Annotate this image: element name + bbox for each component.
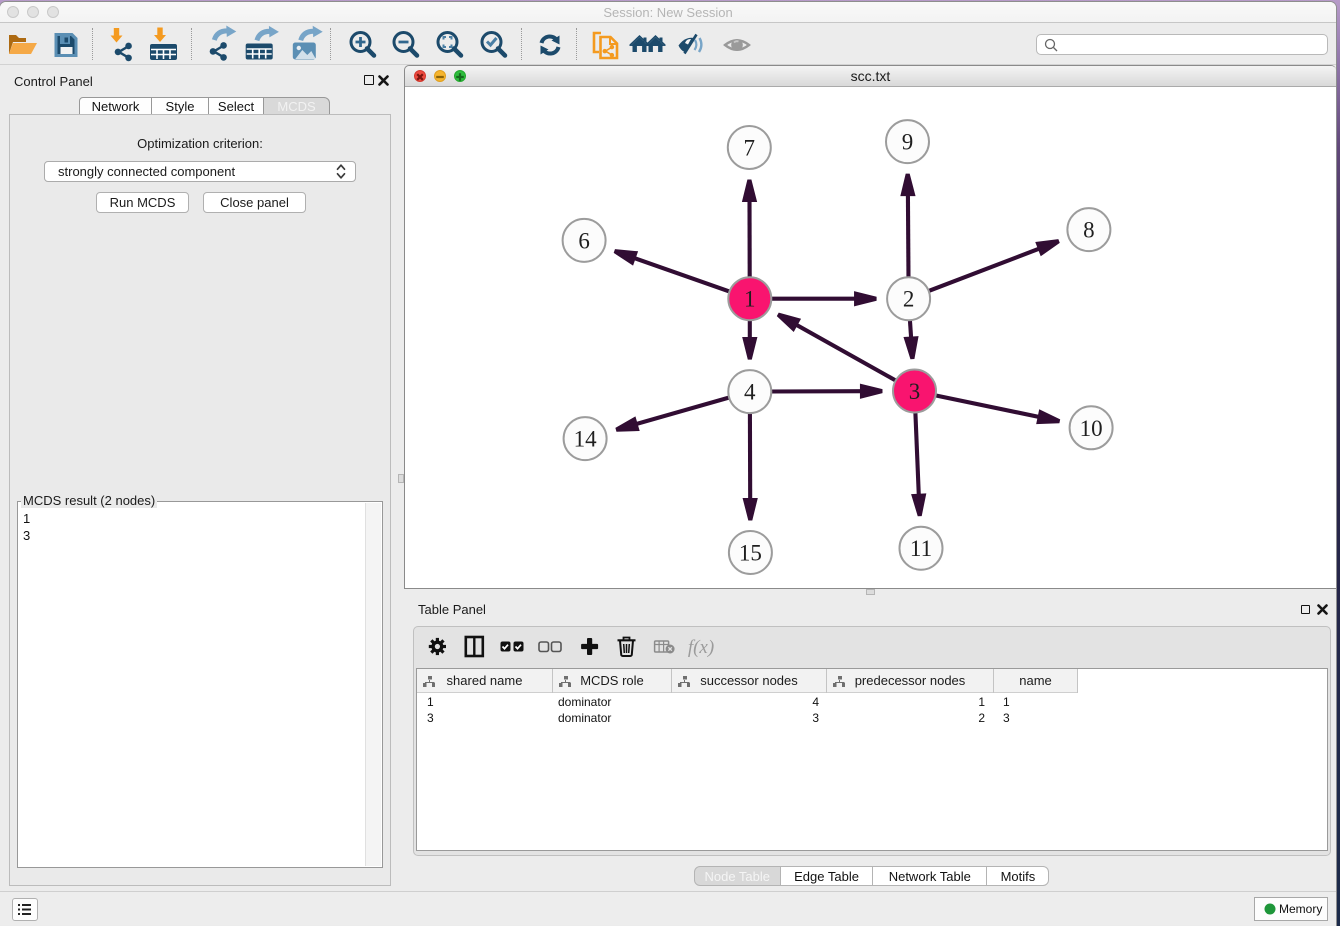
svg-text:2: 2 <box>903 287 915 312</box>
svg-text:7: 7 <box>744 136 756 161</box>
svg-text:6: 6 <box>578 228 590 253</box>
svg-text:8: 8 <box>1083 218 1095 243</box>
svg-text:14: 14 <box>574 427 598 452</box>
svg-text:1: 1 <box>744 287 756 312</box>
svg-text:3: 3 <box>909 379 921 404</box>
svg-text:f(x): f(x) <box>688 637 714 658</box>
svg-text:4: 4 <box>744 380 756 405</box>
svg-text:9: 9 <box>902 130 914 155</box>
svg-text:11: 11 <box>910 536 932 561</box>
svg-text:10: 10 <box>1080 416 1103 441</box>
svg-text:15: 15 <box>739 541 762 566</box>
